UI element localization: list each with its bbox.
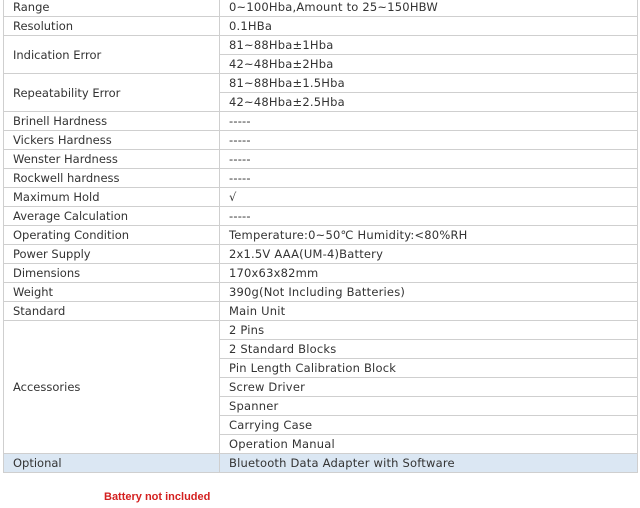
battery-note: Battery not included (104, 491, 211, 503)
table-row: Resolution 0.1HBa (3, 16, 638, 36)
spec-value: ----- (219, 130, 638, 150)
spec-value: 81~88Hba±1Hba (219, 35, 638, 55)
spec-value: 2 Standard Blocks (219, 339, 638, 359)
table-row: Average Calculation ----- (3, 206, 638, 226)
spec-value: 390g(Not Including Batteries) (219, 282, 638, 302)
table-row: Standard Main Unit (3, 301, 638, 321)
spec-label: Vickers Hardness (3, 130, 220, 150)
spec-value: 0~100Hba,Amount to 25~150HBW (219, 0, 638, 17)
table-row: Optional Bluetooth Data Adapter with Soft… (3, 453, 638, 473)
table-row: Weight 390g(Not Including Batteries) (3, 282, 638, 302)
table-row: Rockwell hardness ----- (3, 168, 638, 188)
table-row: Brinell Hardness ----- (3, 111, 638, 131)
table-row: Maximum Hold √ (3, 187, 638, 207)
table-row: Power Supply 2x1.5V AAA(UM-4)Battery (3, 244, 638, 264)
spec-value: ----- (219, 206, 638, 226)
spec-value: 2x1.5V AAA(UM-4)Battery (219, 244, 638, 264)
spec-label: Weight (3, 282, 220, 302)
spec-value: ----- (219, 149, 638, 169)
table-row: Accessories 2 Pins (3, 320, 638, 454)
spec-label: Average Calculation (3, 206, 220, 226)
spec-label: Maximum Hold (3, 187, 220, 207)
spec-value: 42~48Hba±2Hba (219, 54, 638, 74)
table-row: Operating Condition Temperature:0~50℃ Hum… (3, 225, 638, 245)
spec-label: Standard (3, 301, 220, 321)
spec-label: Brinell Hardness (3, 111, 220, 131)
spec-label: Range (3, 0, 220, 17)
specifications-table-body: Range 0~100Hba,Amount to 25~150HBW Resolut… (3, 0, 638, 473)
spec-label: Power Supply (3, 244, 220, 264)
spec-value: Bluetooth Data Adapter with Software (219, 453, 638, 473)
spec-label: Repeatability Error (3, 73, 220, 112)
spec-label: Rockwell hardness (3, 168, 220, 188)
spec-value: Carrying Case (219, 415, 638, 435)
spec-label: Accessories (3, 320, 220, 454)
spec-label: Wenster Hardness (3, 149, 220, 169)
spec-value: Pin Length Calibration Block (219, 358, 638, 378)
table-row: Wenster Hardness ----- (3, 149, 638, 169)
table-row: Vickers Hardness ----- (3, 130, 638, 150)
spec-value: 81~88Hba±1.5Hba (219, 73, 638, 93)
spec-value: ----- (219, 111, 638, 131)
spec-label: Resolution (3, 16, 220, 36)
spec-label: Dimensions (3, 263, 220, 283)
spec-value: 170x63x82mm (219, 263, 638, 283)
spec-label: Optional (3, 453, 220, 473)
specifications-table: Range 0~100Hba,Amount to 25~150HBW Resolut… (3, 0, 638, 473)
spec-value: 2 Pins (219, 320, 638, 340)
spec-value: ----- (219, 168, 638, 188)
spec-value: √ (219, 187, 638, 207)
spec-value: Spanner (219, 396, 638, 416)
table-row: Dimensions 170x63x82mm (3, 263, 638, 283)
spec-value: 42~48Hba±2.5Hba (219, 92, 638, 112)
spec-value: 0.1HBa (219, 16, 638, 36)
table-row: Indication Error 81~88Hba±1Hba (3, 35, 638, 74)
table-row: Repeatability Error 81~88Hba±1.5Hba (3, 73, 638, 112)
spec-label: Indication Error (3, 35, 220, 74)
spec-label: Operating Condition (3, 225, 220, 245)
spec-value: Operation Manual (219, 434, 638, 454)
spec-value: Main Unit (219, 301, 638, 321)
spec-value: Temperature:0~50℃ Humidity:<80%RH (219, 225, 638, 245)
table-row: Range 0~100Hba,Amount to 25~150HBW (3, 0, 638, 17)
spec-value: Screw Driver (219, 377, 638, 397)
